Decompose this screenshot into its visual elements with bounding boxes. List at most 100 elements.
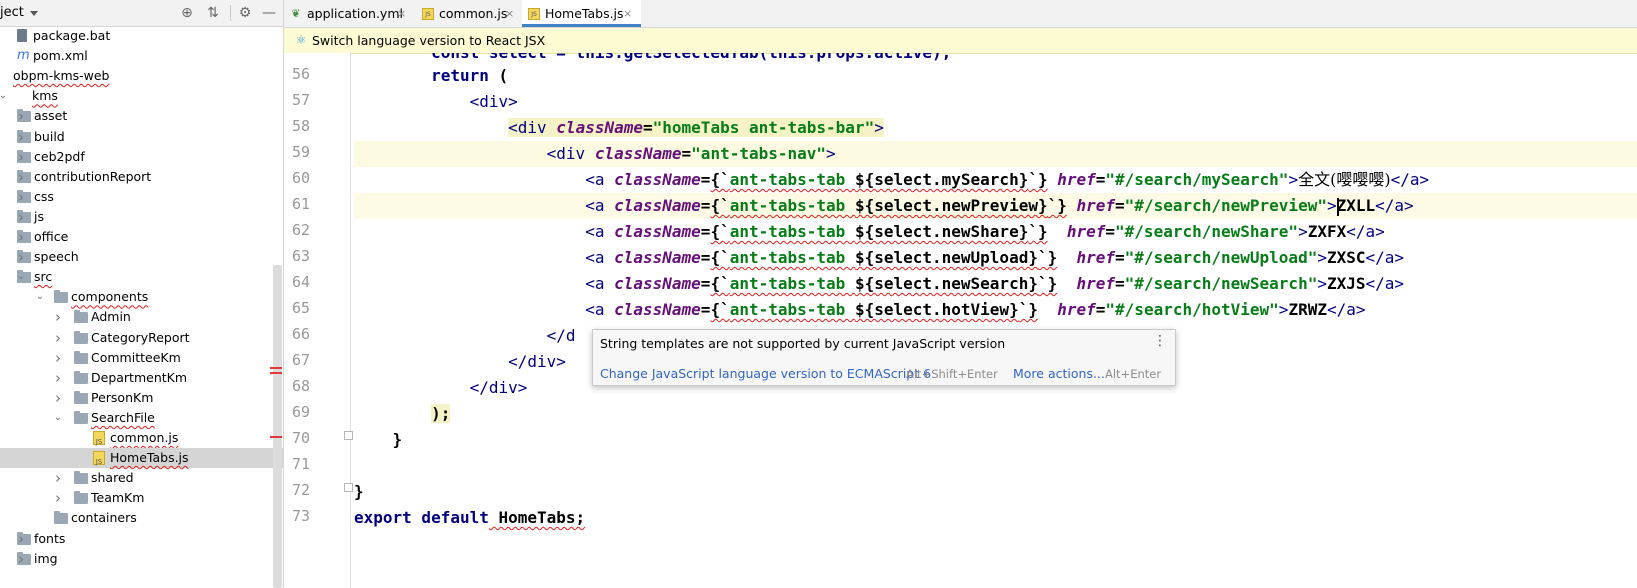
language-version-banner[interactable]: ⚛ Switch language version to React JSX [284,28,1637,54]
tab-application-yml[interactable]: ❦ application.yml × [284,0,410,27]
code-line[interactable]: <div className="homeTabs ant-tabs-bar"> [354,115,1637,141]
code-line[interactable]: ); [354,401,1637,427]
tree-item[interactable]: › TeamKm [0,488,283,508]
chevron-right-icon[interactable]: › [16,187,26,207]
tree-item[interactable]: › build [0,127,283,147]
chevron-right-icon[interactable]: › [53,388,63,408]
folder-icon [54,290,68,304]
chevron-right-icon[interactable]: › [16,147,26,167]
quick-fix-link[interactable]: Change JavaScript language version to EC… [600,366,931,381]
code-line[interactable]: <a className={`ant-tabs-tab ${select.hot… [354,297,1637,323]
tree-item[interactable]: › Admin [0,307,283,327]
chevron-right-icon[interactable]: › [16,247,26,267]
code-line[interactable]: <a className={`ant-tabs-tab ${select.new… [354,193,1637,219]
chevron-right-icon[interactable]: › [53,488,63,508]
banner-text[interactable]: Switch language version to React JSX [312,33,545,48]
tree-item[interactable]: containers [0,508,283,528]
code-line[interactable]: <div className="ant-tabs-nav"> [354,141,1637,167]
project-panel-title[interactable]: ject [0,5,24,20]
tree-item[interactable]: › js [0,207,283,227]
tree-item[interactable]: › office [0,227,283,247]
jsx-tag: > [1326,196,1337,215]
tree-item[interactable]: JS common.js [0,428,283,448]
tree-item-label: img [34,550,58,566]
tree-item[interactable]: › shared [0,468,283,488]
chevron-right-icon[interactable]: › [16,549,26,569]
chevron-right-icon[interactable]: › [16,207,26,227]
code-line[interactable]: <div> [354,89,1637,115]
more-actions-link[interactable]: More actions... [1013,366,1105,381]
chevron-right-icon[interactable]: › [53,368,63,388]
chevron-down-icon[interactable]: ⌄ [16,267,26,287]
jsx-attr: href [1076,248,1116,267]
tree-item[interactable]: › asset [0,106,283,126]
more-vertical-icon[interactable]: ⋮ [1153,333,1167,349]
tree-item[interactable]: JS HomeTabs.js [0,448,283,469]
line-number: 60 [291,169,310,187]
tree-item[interactable]: obpm-kms-web [0,66,283,86]
chevron-right-icon[interactable]: › [16,106,26,126]
code-line[interactable]: <a className={`ant-tabs-tab ${select.new… [354,245,1637,271]
tree-item[interactable]: › css [0,187,283,207]
chevron-right-icon[interactable]: › [16,127,26,147]
chevron-right-icon[interactable]: › [16,227,26,247]
tab-common-js[interactable]: JS common.js × [416,0,522,27]
chevron-down-icon[interactable]: ⌄ [53,408,63,428]
project-toolbar: ject ⊕ ⇅ ⚙ — [0,0,283,27]
tree-item[interactable]: › CategoryReport [0,328,283,348]
tooltip-message: String templates are not supported by cu… [600,336,1006,351]
tree-item-label: HomeTabs.js [110,450,189,466]
minimize-icon[interactable]: — [260,4,278,22]
code-line[interactable]: export default HomeTabs; [354,505,1637,531]
tree-item[interactable]: › ceb2pdf [0,147,283,167]
close-icon[interactable]: × [505,0,514,27]
tree-item-label: DepartmentKm [91,369,188,385]
close-icon[interactable]: × [397,0,406,27]
chevron-right-icon[interactable]: › [53,328,63,348]
code-line[interactable]: <a className={`ant-tabs-tab ${select.myS… [354,167,1637,193]
project-scrollbar[interactable] [273,265,282,588]
tree-item-label: pom.xml [33,48,88,64]
gear-icon[interactable]: ⚙ [236,4,254,22]
tree-item[interactable]: ⌄ src [0,267,283,287]
jsx-attr: className [614,300,701,319]
tree-item[interactable]: › DepartmentKm [0,368,283,388]
chevron-right-icon[interactable]: › [16,167,26,187]
code-line[interactable]: } [354,427,1637,453]
code-line[interactable]: } [354,479,1637,505]
code-punct: = [700,170,711,189]
chevron-down-icon[interactable] [30,11,38,16]
code-punct: } [392,430,403,449]
tree-item[interactable]: ⌄ SearchFile [0,408,283,428]
tree-item[interactable]: m pom.xml [0,46,283,66]
chevron-right-icon[interactable]: › [16,529,26,549]
tree-item[interactable]: › fonts [0,529,283,549]
fold-marker-icon[interactable] [344,483,353,492]
chevron-right-icon[interactable]: › [53,468,63,488]
code-area[interactable]: const select = this.getSelectedTab(this.… [354,53,1637,588]
chevron-down-icon[interactable]: ⌄ [0,86,8,106]
tree-item[interactable]: package.bat [0,26,283,46]
tree-item[interactable]: › CommitteeKm [0,348,283,368]
tree-item[interactable]: › speech [0,247,283,267]
chevron-down-icon[interactable]: ⌄ [35,287,45,307]
code-line[interactable]: <a className={`ant-tabs-tab ${select.new… [354,219,1637,245]
line-number-gutter: 56 57 58 59 60 61 62 63 64 65 66 67 68 69 70 71 72 73 [284,53,353,588]
target-icon[interactable]: ⊕ [178,4,196,22]
tab-hometabs-js[interactable]: JS HomeTabs.js × [522,0,641,27]
code-line[interactable]: <a className={`ant-tabs-tab ${select.new… [354,271,1637,297]
close-icon[interactable]: × [623,0,632,27]
tree-item[interactable]: › PersonKm [0,388,283,408]
code-punct: {` [710,300,730,319]
chevron-right-icon[interactable]: › [53,348,63,368]
line-number: 68 [291,377,310,395]
tree-item[interactable]: › contributionReport [0,167,283,187]
code-line[interactable]: return ( [354,63,1637,89]
chevron-right-icon[interactable]: › [53,307,63,327]
tree-item[interactable]: ⌄ kms [0,86,283,106]
collapse-icon[interactable]: ⇅ [204,4,222,22]
tree-item[interactable]: › img [0,549,283,569]
tree-item[interactable]: ⌄ components [0,287,283,307]
fold-marker-icon[interactable] [344,431,353,440]
tab-label: common.js [439,6,508,21]
